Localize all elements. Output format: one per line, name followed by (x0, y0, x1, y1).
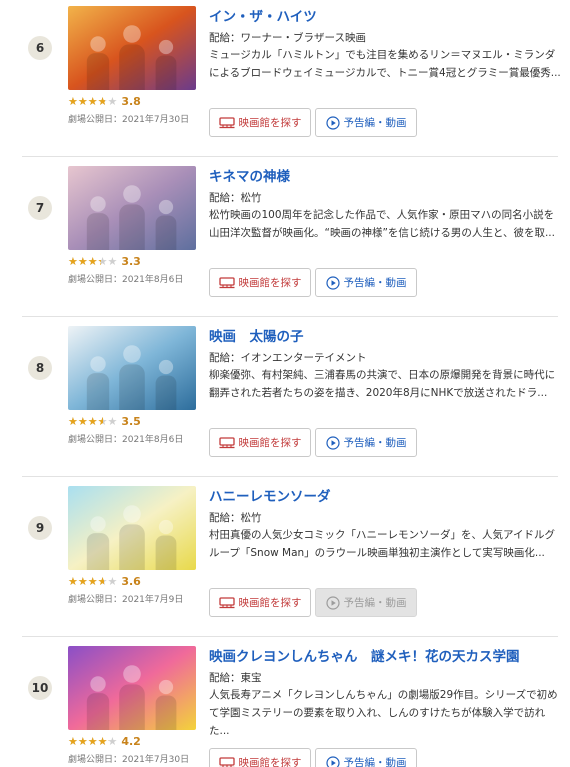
movie-title-link[interactable]: 映画クレヨンしんちゃん 謎メキ！花の天カス学園 (209, 648, 520, 666)
movie-poster[interactable] (68, 646, 196, 730)
rank-badge: 9 (28, 516, 52, 540)
rating-score: 3.8 (121, 95, 141, 108)
find-theater-button[interactable]: 映画館を探す (209, 268, 311, 297)
theater-icon (218, 596, 235, 609)
trailer-video-label: 予告編・動画 (343, 757, 407, 767)
find-theater-label: 映画館を探す (238, 117, 302, 129)
play-icon (325, 755, 340, 767)
movie-poster[interactable] (68, 326, 196, 410)
row-divider (22, 316, 558, 317)
movie-list-item: 8 ★★★★★★★★★★3.5 劇場公開日：2021年8月6日 映画 太陽の子配給：イ… (0, 316, 570, 476)
trailer-video-label: 予告編・動画 (343, 437, 407, 449)
trailer-video-label: 予告編・動画 (343, 277, 407, 289)
movie-list-item: 7 ★★★★★★★★★★3.3 劇場公開日：2021年8月6日 キネマの神様配給：松竹… (0, 156, 570, 316)
movie-title-link[interactable]: イン・ザ・ハイツ (209, 8, 317, 26)
play-icon (325, 435, 340, 450)
find-theater-label: 映画館を探す (238, 437, 302, 449)
stars-icon: ★★★★★★★★★★ (68, 415, 118, 428)
row-divider (22, 476, 558, 477)
stars-icon: ★★★★★★★★★★ (68, 575, 118, 588)
movie-list-item: 6 ★★★★★★★★★★3.8 劇場公開日：2021年7月30日 イン・ザ・ハイツ配給… (0, 0, 570, 156)
row-divider (22, 636, 558, 637)
theater-icon (218, 756, 235, 767)
movie-poster[interactable] (68, 486, 196, 570)
trailer-video-button[interactable]: 予告編・動画 (315, 428, 417, 457)
find-theater-button[interactable]: 映画館を探す (209, 588, 311, 617)
movie-list-item: 9 ★★★★★★★★★★3.6 劇場公開日：2021年7月9日 ハニーレモンソーダ配給… (0, 476, 570, 636)
movie-poster[interactable] (68, 166, 196, 250)
rating-score: 4.2 (121, 735, 141, 748)
stars-icon: ★★★★★★★★★★ (68, 95, 118, 108)
movie-description: 柳楽優弥、有村架純、三浦春馬の共演で、日本の原爆開発を背景に時代に翻弄された若者… (209, 369, 556, 399)
row-divider (22, 156, 558, 157)
theater-icon (218, 276, 235, 289)
find-theater-button[interactable]: 映画館を探す (209, 108, 311, 137)
trailer-video-button: 予告編・動画 (315, 588, 417, 617)
distributor: 配給：松竹 (209, 192, 262, 204)
stars-fill: ★★★★★ (68, 415, 103, 428)
rating-score: 3.6 (121, 575, 141, 588)
stars-fill: ★★★★★ (68, 255, 101, 268)
theater-icon (218, 436, 235, 449)
movie-description: 人気長寿アニメ「クレヨンしんちゃん」の劇場版29作目。シリーズで初めて学園ミステ… (209, 689, 558, 737)
release-date: 劇場公開日：2021年8月6日 (68, 435, 184, 445)
star-rating: ★★★★★★★★★★3.8 (68, 95, 141, 109)
distributor: 配給：松竹 (209, 512, 262, 524)
movie-title-link[interactable]: ハニーレモンソーダ (209, 488, 331, 506)
release-date: 劇場公開日：2021年7月9日 (68, 595, 184, 605)
trailer-video-button[interactable]: 予告編・動画 (315, 268, 417, 297)
find-theater-label: 映画館を探す (238, 277, 302, 289)
find-theater-label: 映画館を探す (238, 597, 302, 609)
star-rating: ★★★★★★★★★★4.2 (68, 735, 141, 749)
star-rating: ★★★★★★★★★★3.5 (68, 415, 141, 429)
trailer-video-label: 予告編・動画 (343, 117, 407, 129)
play-icon (325, 115, 340, 130)
rating-score: 3.5 (121, 415, 141, 428)
find-theater-button[interactable]: 映画館を探す (209, 748, 311, 767)
movie-description: 村田真優の人気少女コミック「ハニーレモンソーダ」を、人気アイドルグループ「Sno… (209, 529, 555, 559)
star-rating: ★★★★★★★★★★3.6 (68, 575, 141, 589)
distributor: 配給：イオンエンターテイメント (209, 352, 367, 364)
distributor: 配給：東宝 (209, 672, 262, 684)
play-icon (325, 595, 340, 610)
stars-fill: ★★★★★ (68, 735, 109, 748)
rank-badge: 7 (28, 196, 52, 220)
movie-list-item: 10 ★★★★★★★★★★4.2 劇場公開日：2021年7月30日 映画クレヨンしんち… (0, 636, 570, 767)
release-date: 劇場公開日：2021年7月30日 (68, 755, 190, 765)
stars-icon: ★★★★★★★★★★ (68, 735, 118, 748)
release-date: 劇場公開日：2021年8月6日 (68, 275, 184, 285)
stars-fill: ★★★★★ (68, 95, 106, 108)
star-rating: ★★★★★★★★★★3.3 (68, 255, 141, 269)
movie-title-link[interactable]: キネマの神様 (209, 168, 290, 186)
movie-description: 松竹映画の100周年を記念した作品で、人気作家・原田マハの同名小説を山田洋次監督… (209, 209, 555, 239)
movie-title-link[interactable]: 映画 太陽の子 (209, 328, 304, 346)
movie-poster[interactable] (68, 6, 196, 90)
stars-fill: ★★★★★ (68, 575, 104, 588)
rating-score: 3.3 (121, 255, 141, 268)
theater-icon (218, 116, 235, 129)
play-icon (325, 275, 340, 290)
distributor: 配給：ワーナー・ブラザース映画 (209, 32, 366, 44)
find-theater-label: 映画館を探す (238, 757, 302, 767)
release-date: 劇場公開日：2021年7月30日 (68, 115, 190, 125)
rank-badge: 8 (28, 356, 52, 380)
rank-badge: 6 (28, 36, 52, 60)
movie-description: ミュージカル「ハミルトン」でも注目を集めるリン＝マヌエル・ミランダによるブロード… (209, 49, 561, 79)
stars-icon: ★★★★★★★★★★ (68, 255, 118, 268)
rank-badge: 10 (28, 676, 52, 700)
trailer-video-button[interactable]: 予告編・動画 (315, 748, 417, 767)
trailer-video-button[interactable]: 予告編・動画 (315, 108, 417, 137)
find-theater-button[interactable]: 映画館を探す (209, 428, 311, 457)
trailer-video-label: 予告編・動画 (343, 597, 407, 609)
